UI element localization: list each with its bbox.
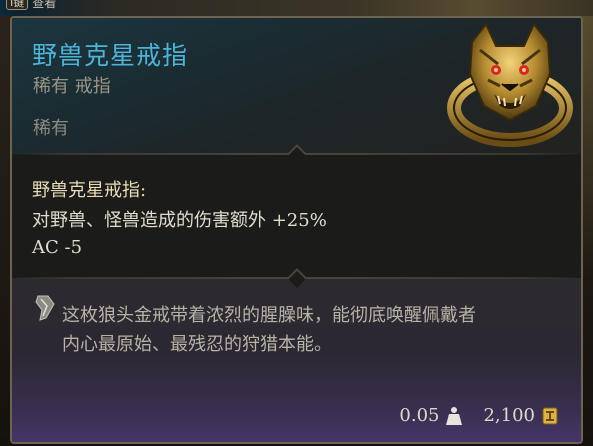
item-weight: 0.05	[399, 405, 440, 426]
description-line: 内心最原始、最残忍的狩猎本能。	[62, 334, 332, 355]
effect-line: 对野兽、怪兽造成的伤害额外 +25%	[32, 210, 327, 231]
item-value: 2,100	[483, 405, 535, 426]
inspect-key-hint: I键 查看	[6, 0, 56, 10]
item-footer: 0.05 2,100	[399, 405, 559, 426]
quill-icon	[35, 295, 55, 321]
description-line: 这枚狼头金戒带着浓烈的腥臊味，能彻底唤醒佩戴者	[62, 305, 476, 326]
key-hint-label: 查看	[32, 0, 57, 10]
item-rarity: 稀有	[33, 118, 69, 139]
weight-icon	[446, 406, 463, 425]
effect-line: AC -5	[32, 237, 83, 258]
item-type: 稀有 戒指	[33, 76, 111, 97]
item-description: 这枚狼头金戒带着浓烈的腥臊味，能彻底唤醒佩戴者 内心最原始、最残忍的狩猎本能。	[62, 301, 562, 359]
effect-title: 野兽克星戒指:	[32, 180, 147, 201]
wolf-head-ring-icon	[447, 22, 573, 147]
item-name: 野兽克星戒指	[32, 41, 189, 70]
top-hud-strip: I键 查看	[0, 0, 593, 16]
item-tooltip: 野兽克星戒指 稀有 戒指 稀有 野兽克星戒指: 对野兽、怪兽造成的伤害额外 +2…	[10, 16, 583, 444]
gold-coin-icon	[542, 407, 558, 424]
key-cap: I键	[6, 0, 29, 10]
